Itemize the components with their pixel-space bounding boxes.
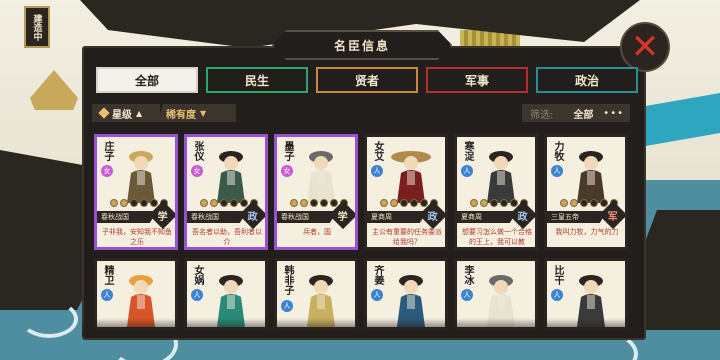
- sort-by-rarity-button[interactable]: 稀有度 ▼: [158, 104, 236, 122]
- minister-name: 女娲: [192, 265, 203, 285]
- gender-icon: 人: [371, 289, 383, 301]
- star-icon: [130, 199, 138, 207]
- minister-name: 比干: [552, 265, 563, 285]
- star-icon: [290, 199, 298, 207]
- star-icon: [320, 199, 328, 207]
- star-icon: [200, 199, 208, 207]
- triangle-down-icon: ▼: [200, 108, 207, 118]
- minister-quote: 主公有重要的任务委派给我吗？: [372, 228, 442, 246]
- star-icon: [570, 199, 578, 207]
- era-label: 三皇五帝: [547, 211, 607, 223]
- star-icon: [210, 199, 218, 207]
- minister-grid: 庄子 女 春秋战国 学 子非我，安知我不知鱼之乐 张仪 女 春秋战国 政 吾名者…: [94, 134, 630, 330]
- gender-icon: 人: [281, 300, 293, 312]
- tab-sage[interactable]: 贤者: [316, 67, 418, 93]
- era-label: 春秋战国: [97, 211, 157, 223]
- minister-name: 寒浞: [462, 141, 473, 161]
- gender-icon: 人: [551, 289, 563, 301]
- gender-icon: 人: [461, 165, 473, 177]
- minister-quote: 想要习怎么做一个合格的王上，我可以教: [462, 228, 532, 246]
- gender-icon: 女: [281, 165, 293, 177]
- gender-icon: 人: [461, 289, 473, 301]
- sort-by-star-button[interactable]: 星级 ▲: [92, 104, 160, 122]
- panel-title: 名臣信息: [272, 30, 452, 60]
- era-label: 夏商周: [457, 211, 517, 223]
- minister-quote: 兵者，国: [303, 228, 331, 236]
- star-icon: [310, 199, 318, 207]
- minister-portrait: [307, 151, 335, 203]
- minister-name: 李冰: [462, 265, 473, 285]
- gender-icon: 人: [371, 165, 383, 177]
- minister-name: 张仪: [192, 141, 203, 161]
- category-tabs: 全部 民生 贤者 军事 政治: [96, 67, 638, 95]
- filter-label: 筛选:: [530, 109, 554, 121]
- star-icon: [400, 199, 408, 207]
- star-icon: [470, 199, 478, 207]
- minister-portrait: [577, 151, 605, 203]
- tab-military[interactable]: 军事: [426, 67, 528, 93]
- minister-portrait: [391, 151, 431, 203]
- star-icon: [500, 199, 508, 207]
- minister-name: 韩非子: [282, 265, 293, 295]
- star-icon: [410, 199, 418, 207]
- minister-quote: 子非我，安知我不知鱼之乐: [102, 228, 172, 246]
- minister-portrait: [127, 151, 155, 203]
- minister-card[interactable]: 女艾 人 夏商周 政 主公有重要的任务委派给我吗？: [364, 134, 448, 250]
- minister-name: 精卫: [102, 265, 113, 285]
- gender-icon: 人: [101, 289, 113, 301]
- star-icon: [390, 199, 398, 207]
- tab-politics[interactable]: 政治: [536, 67, 638, 93]
- minister-card[interactable]: 寒浞 人 夏商周 政 想要习怎么做一个合格的王上，我可以教: [454, 134, 538, 250]
- construction-sign[interactable]: 建造中: [24, 6, 50, 48]
- filter-dropdown[interactable]: 筛选: 全部 •••: [522, 104, 630, 122]
- minister-card[interactable]: 庄子 女 春秋战国 学 子非我，安知我不知鱼之乐: [94, 134, 178, 250]
- era-label: 春秋战国: [277, 211, 337, 223]
- star-icon: [230, 199, 238, 207]
- minister-name: 墨子: [282, 141, 293, 161]
- panel-title-text: 名臣信息: [333, 38, 390, 53]
- close-icon: ✕: [630, 27, 660, 67]
- star-icon: [590, 199, 598, 207]
- close-button[interactable]: ✕: [620, 22, 670, 72]
- minister-card[interactable]: 墨子 女 春秋战国 学 兵者，国: [274, 134, 358, 250]
- star-icon: [480, 199, 488, 207]
- star-icon: [220, 199, 228, 207]
- era-label: 夏商周: [367, 211, 427, 223]
- gender-icon: 女: [191, 165, 203, 177]
- minister-portrait: [217, 151, 245, 203]
- minister-name: 庄子: [102, 141, 113, 161]
- star-icon: [120, 199, 128, 207]
- minister-quote: 我叫力牧，力气的力: [555, 228, 619, 236]
- gender-icon: 人: [551, 165, 563, 177]
- tab-livelihood[interactable]: 民生: [206, 67, 308, 93]
- sort-rarity-label: 稀有度: [166, 109, 196, 121]
- minister-card[interactable]: 张仪 女 春秋战国 政 吾名者以助，吾利者以介: [184, 134, 268, 250]
- minister-card[interactable]: 力牧 人 三皇五帝 军 我叫力牧，力气的力: [544, 134, 628, 250]
- triangle-up-icon: ▲: [136, 108, 143, 118]
- tab-all[interactable]: 全部: [96, 67, 198, 93]
- era-label: 春秋战国: [187, 211, 247, 223]
- minister-name: 力牧: [552, 141, 563, 161]
- star-icon: [140, 199, 148, 207]
- gender-icon: 人: [191, 289, 203, 301]
- star-icon: [560, 199, 568, 207]
- star-icon: [380, 199, 388, 207]
- filter-value: 全部: [573, 109, 594, 121]
- star-icon: [580, 199, 588, 207]
- star-icon: [110, 199, 118, 207]
- diamond-icon: [98, 107, 110, 119]
- minister-name: 女艾: [372, 141, 383, 161]
- minister-quote: 吾名者以助，吾利者以介: [192, 228, 262, 246]
- filter-row: 星级 ▲ 稀有度 ▼ 筛选: 全部 •••: [92, 104, 636, 124]
- star-icon: [300, 199, 308, 207]
- star-icon: [490, 199, 498, 207]
- minister-name: 齐姜: [372, 265, 383, 285]
- minister-portrait: [487, 151, 515, 203]
- gender-icon: 女: [101, 165, 113, 177]
- sort-star-label: 星级: [112, 109, 132, 121]
- more-icon: •••: [603, 107, 624, 119]
